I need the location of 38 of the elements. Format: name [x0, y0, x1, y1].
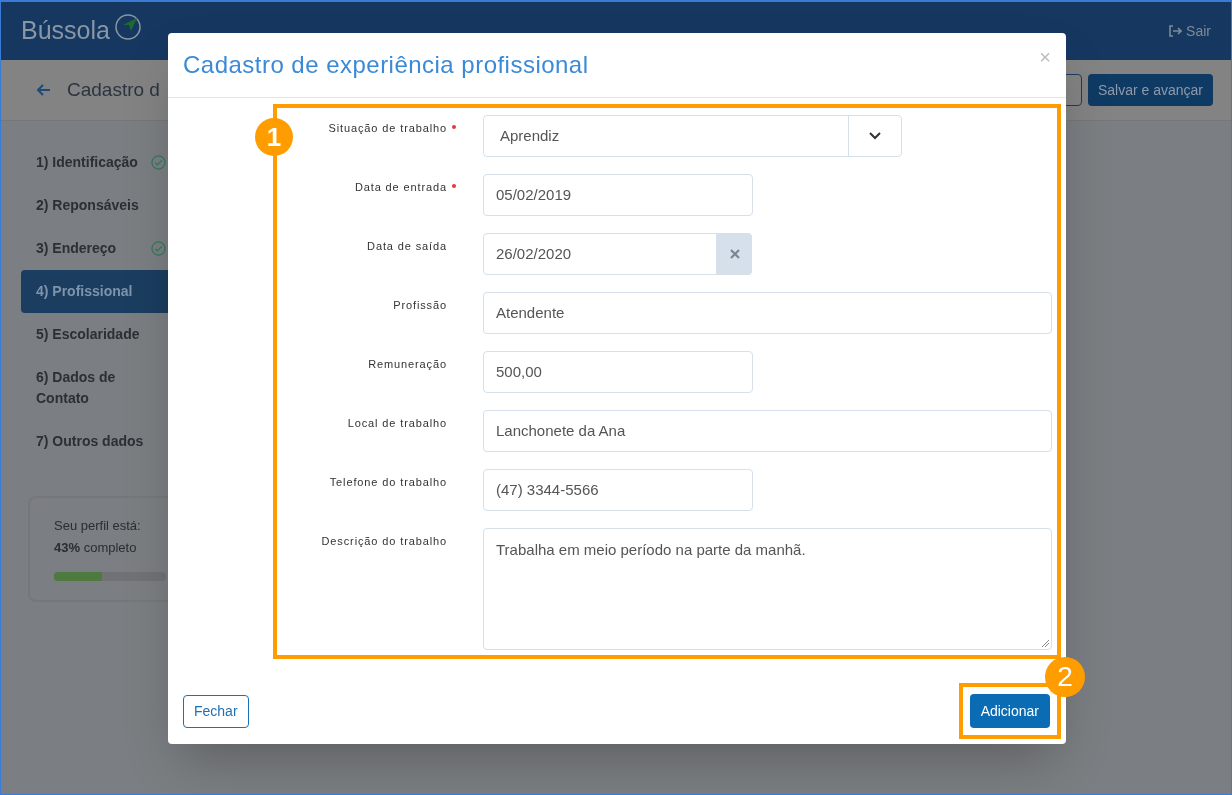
input-field[interactable]: Lanchonete da Ana: [483, 410, 1052, 452]
select-field[interactable]: Aprendiz: [483, 115, 902, 157]
resize-handle-icon: [1041, 639, 1049, 647]
check-circle-icon: [151, 241, 166, 256]
progress-caption: Seu perfil está:: [54, 517, 142, 535]
field-label: Remuneração: [368, 357, 447, 372]
input-field[interactable]: (47) 3344-5566: [483, 469, 753, 511]
save-next-button[interactable]: Salvar e avançar: [1087, 74, 1213, 106]
field-label: Data de saída: [367, 239, 447, 254]
close-icon: [729, 249, 740, 259]
sidebar-item[interactable]: 3) Endereço: [21, 227, 181, 270]
field-label: Descrição do trabalho: [321, 534, 447, 549]
input-field[interactable]: Atendente: [483, 292, 1052, 334]
date-field[interactable]: 26/02/2020: [483, 233, 717, 275]
close-dialog-button[interactable]: Fechar: [183, 695, 249, 728]
field-label: Local de trabalho: [347, 416, 447, 431]
field-label: Situação de trabalho: [328, 121, 447, 136]
check-circle-icon: [151, 155, 166, 170]
compass-logo-icon: [113, 12, 144, 42]
field-label: Telefone do trabalho: [329, 475, 447, 490]
field-label: Profissão: [393, 298, 447, 313]
clear-button[interactable]: [717, 233, 752, 275]
logout-icon: [1168, 25, 1183, 37]
chevron-down-icon: [868, 131, 882, 141]
marker-badge: 2: [1045, 657, 1085, 697]
logo: Bússola: [21, 15, 110, 47]
back-arrow-icon: [37, 84, 51, 96]
input-field[interactable]: 05/02/2019: [483, 174, 753, 216]
modal-title: Cadastro de experiência profissional: [183, 50, 589, 80]
logout-link[interactable]: Sair: [1168, 20, 1211, 42]
add-button[interactable]: Adicionar: [969, 694, 1050, 728]
marker-badge: 1: [255, 118, 293, 156]
field-label: Data de entrada: [354, 180, 447, 195]
textarea-field[interactable]: Trabalha em meio período na parte da manhã.: [483, 528, 1052, 650]
progress-text: 43% completo: [54, 538, 138, 557]
page-title: Cadastro d: [67, 77, 160, 102]
input-field[interactable]: 500,00: [483, 351, 753, 393]
sidebar-item[interactable]: 1) Identificação: [21, 141, 181, 184]
